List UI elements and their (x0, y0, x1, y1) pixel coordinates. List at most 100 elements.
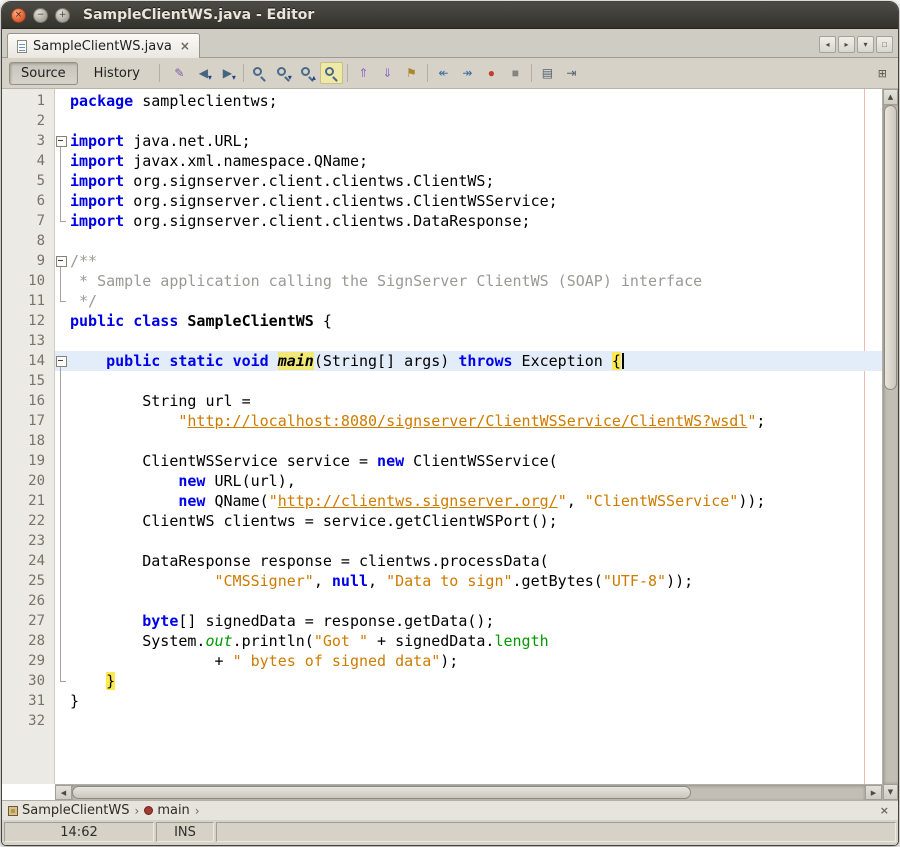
code-line[interactable]: 9/** (2, 251, 882, 271)
next-bookmark-icon[interactable]: ↠ (456, 62, 479, 84)
code-line[interactable]: 2 (2, 111, 882, 131)
scroll-left-arrow-icon[interactable]: ◀ (55, 785, 72, 800)
code-line[interactable]: 15 (2, 371, 882, 391)
find-previous-occurrence-icon[interactable]: ▴ (296, 62, 319, 84)
line-number[interactable]: 19 (2, 451, 54, 471)
line-number[interactable]: 30 (2, 671, 54, 691)
titlebar[interactable]: ×−+ SampleClientWS.java - Editor (2, 2, 898, 29)
maximize-editor-button[interactable]: □ (876, 36, 893, 53)
line-number[interactable]: 32 (2, 711, 54, 731)
horizontal-scroll-track[interactable] (72, 785, 865, 800)
line-number[interactable]: 7 (2, 211, 54, 231)
code-line[interactable]: 27 byte[] signedData = response.getData(… (2, 611, 882, 631)
forward-icon[interactable]: ▶▾ (216, 62, 239, 84)
line-number[interactable]: 11 (2, 291, 54, 311)
line-number[interactable]: 10 (2, 271, 54, 291)
code-line[interactable]: 3import java.net.URL; (2, 131, 882, 151)
code-line[interactable]: 26 (2, 591, 882, 611)
history-view-button[interactable]: History (83, 62, 151, 85)
comment-lines-icon[interactable]: ▤ (536, 62, 559, 84)
line-number[interactable]: 24 (2, 551, 54, 571)
line-number[interactable]: 17 (2, 411, 54, 431)
line-number[interactable]: 21 (2, 491, 54, 511)
find-next-occurrence-icon[interactable]: ▾ (272, 62, 295, 84)
source-view-button[interactable]: Source (9, 62, 78, 85)
line-number[interactable]: 23 (2, 531, 54, 551)
breadcrumb-class[interactable]: SampleClientWS (8, 803, 130, 818)
previous-occurrence-icon[interactable]: ⇑ (352, 62, 375, 84)
tab-list-button[interactable]: ▾ (857, 36, 874, 53)
code-line[interactable]: 29 + " bytes of signed data"); (2, 651, 882, 671)
code-line[interactable]: 4import javax.xml.namespace.QName; (2, 151, 882, 171)
stop-macro-icon[interactable]: ■ (504, 62, 527, 84)
line-number[interactable]: 13 (2, 331, 54, 351)
line-number[interactable]: 9 (2, 251, 54, 271)
last-edit-icon[interactable]: ✎ (168, 62, 191, 84)
fold-collapse-icon[interactable] (54, 251, 70, 271)
scroll-tabs-right-button[interactable]: ▸ (838, 36, 855, 53)
fold-collapse-icon[interactable] (54, 131, 70, 151)
code-line[interactable]: 13 (2, 331, 882, 351)
code-line[interactable]: 25 "CMSSigner", null, "Data to sign".get… (2, 571, 882, 591)
scroll-up-arrow-icon[interactable]: ▲ (883, 89, 898, 105)
vertical-scroll-track[interactable] (883, 105, 898, 784)
line-number[interactable]: 29 (2, 651, 54, 671)
line-number[interactable]: 26 (2, 591, 54, 611)
code-line[interactable]: 23 (2, 531, 882, 551)
line-number[interactable]: 20 (2, 471, 54, 491)
previous-bookmark-icon[interactable]: ↞ (432, 62, 455, 84)
code-line[interactable]: 32 (2, 711, 882, 731)
code-line[interactable]: 16 String url = (2, 391, 882, 411)
maximize-button[interactable]: + (55, 8, 70, 23)
record-macro-icon[interactable]: ● (480, 62, 503, 84)
vertical-scroll-thumb[interactable] (884, 105, 897, 390)
close-button[interactable]: × (11, 8, 26, 23)
tab-sampleclientws[interactable]: SampleClientWS.java × (7, 33, 200, 58)
shift-right-icon[interactable]: ⇥ (560, 62, 583, 84)
code-line[interactable]: 14 public static void main(String[] args… (2, 351, 882, 371)
code-line[interactable]: 5import org.signserver.client.clientws.C… (2, 171, 882, 191)
line-number[interactable]: 1 (2, 91, 54, 111)
line-number[interactable]: 6 (2, 191, 54, 211)
scroll-tabs-left-button[interactable]: ◂ (819, 36, 836, 53)
code-line[interactable]: 21 new QName("http://clientws.signserver… (2, 491, 882, 511)
minimize-button[interactable]: − (33, 8, 48, 23)
code-line[interactable]: 28 System.out.println("Got " + signedDat… (2, 631, 882, 651)
line-number[interactable]: 18 (2, 431, 54, 451)
vertical-scrollbar[interactable]: ▲ ▼ (882, 89, 898, 800)
code-line[interactable]: 12public class SampleClientWS { (2, 311, 882, 331)
tab-close-icon[interactable]: × (180, 39, 190, 53)
toggle-bookmark-icon[interactable]: ⚑ (400, 62, 423, 84)
line-number[interactable]: 3 (2, 131, 54, 151)
next-occurrence-icon[interactable]: ⇓ (376, 62, 399, 84)
line-number[interactable]: 16 (2, 391, 54, 411)
code-line[interactable]: 22 ClientWS clientws = service.getClient… (2, 511, 882, 531)
horizontal-scroll-thumb[interactable] (72, 786, 691, 799)
line-number[interactable]: 15 (2, 371, 54, 391)
line-number[interactable]: 4 (2, 151, 54, 171)
code-line[interactable]: 7import org.signserver.client.clientws.D… (2, 211, 882, 231)
back-icon[interactable]: ◀▾ (192, 62, 215, 84)
toolbar-overflow-button[interactable]: ⊞ (874, 65, 891, 82)
fold-collapse-icon[interactable] (54, 351, 70, 371)
code-line[interactable]: 17 "http://localhost:8080/signserver/Cli… (2, 411, 882, 431)
insert-mode-indicator[interactable]: INS (156, 822, 214, 842)
line-number[interactable]: 28 (2, 631, 54, 651)
line-number[interactable]: 22 (2, 511, 54, 531)
line-number[interactable]: 25 (2, 571, 54, 591)
code-area[interactable]: 1package sampleclientws;23import java.ne… (2, 89, 882, 784)
scroll-down-arrow-icon[interactable]: ▼ (883, 784, 898, 800)
code-line[interactable]: 10 * Sample application calling the Sign… (2, 271, 882, 291)
code-line[interactable]: 24 DataResponse response = clientws.proc… (2, 551, 882, 571)
find-selection-icon[interactable] (248, 62, 271, 84)
breadcrumb-method[interactable]: main (144, 803, 189, 818)
scroll-right-arrow-icon[interactable]: ▶ (865, 785, 882, 800)
line-number[interactable]: 14 (2, 351, 54, 371)
code-line[interactable]: 8 (2, 231, 882, 251)
line-number[interactable]: 5 (2, 171, 54, 191)
code-line[interactable]: 18 (2, 431, 882, 451)
line-number[interactable]: 8 (2, 231, 54, 251)
line-number[interactable]: 31 (2, 691, 54, 711)
code-line[interactable]: 31} (2, 691, 882, 711)
code-line[interactable]: 6import org.signserver.client.clientws.C… (2, 191, 882, 211)
